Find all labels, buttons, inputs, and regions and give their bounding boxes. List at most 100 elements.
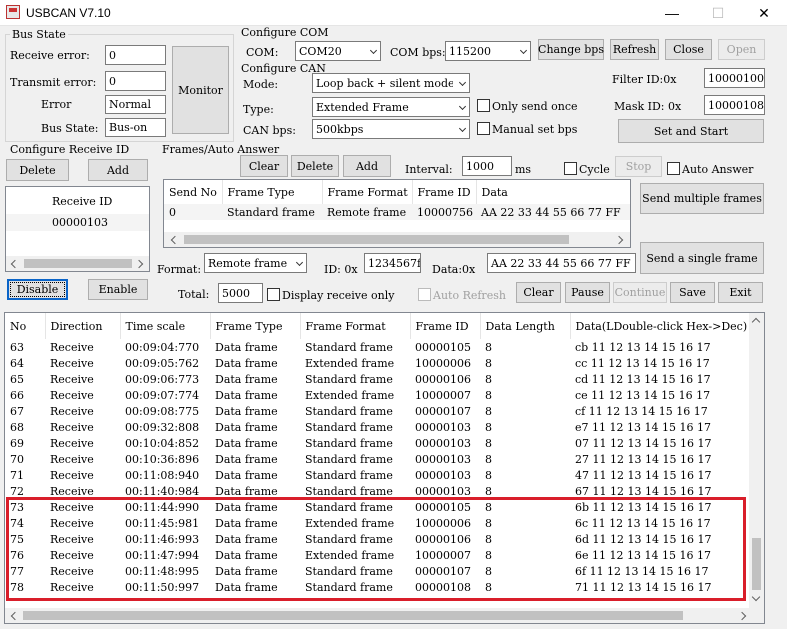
col-no[interactable]: No [5,313,46,339]
bus-state-title: Bus State [10,28,68,41]
close-button[interactable]: Close [665,39,712,60]
list-item[interactable]: 00000103 [6,214,149,231]
format-select[interactable]: Remote frame [204,253,307,273]
scroll-left-icon[interactable] [10,259,20,269]
col-frame-type[interactable]: Frame Type [210,313,301,339]
interval-field[interactable]: 1000 [462,156,512,176]
title-bar: USBCAN V7.10 — ☐ ✕ [0,0,787,26]
cell-direction: Receive [50,388,94,402]
cell-data-length: 8 [485,388,492,402]
disable-button[interactable]: Disable [7,279,68,300]
refresh-button[interactable]: Refresh [610,39,659,60]
exit-button[interactable]: Exit [718,282,763,303]
scroll-thumb[interactable] [184,235,569,244]
set-and-start-button[interactable]: Set and Start [618,119,764,143]
receive-error-field[interactable]: 0 [105,45,166,65]
frames-clear-button[interactable]: Clear [240,155,288,177]
col-direction[interactable]: Direction [45,313,121,339]
table-row[interactable]: 0 Standard frame Remote frame 10000756 A… [164,204,630,220]
scroll-thumb[interactable] [24,259,132,268]
maximize-icon[interactable]: ☐ [695,0,741,26]
send-single-frame-button[interactable]: Send a single frame [640,242,764,274]
minimize-icon[interactable]: — [649,0,695,26]
table-row[interactable]: 68 Receive 00:09:32:808 Data frame Standard … [5,419,748,435]
table-row[interactable]: 63 Receive 00:09:04:770 Data frame Standard … [5,339,748,355]
frames-delete-button[interactable]: Delete [291,155,339,177]
auto-refresh-checkbox[interactable] [418,288,431,301]
cell-frame-format: Standard frame [305,372,393,386]
bus-state-field[interactable]: Bus-on [105,118,166,137]
total-field[interactable]: 5000 [218,283,263,303]
mode-select[interactable]: Loop back + silent mode [312,73,470,93]
col-data[interactable]: Data [476,180,630,204]
mask-id-field[interactable]: 10000108 [704,95,765,115]
send-frames-table[interactable]: Send No Frame Type Frame Format Frame ID… [163,179,631,248]
cell-data-length: 8 [485,452,492,466]
filter-id-field[interactable]: 10000100 [704,68,765,88]
cell-time: 00:10:04:852 [125,436,200,450]
send-multiple-frames-button[interactable]: Send multiple frames [640,183,764,214]
receive-id-delete-button[interactable]: Delete [6,159,69,181]
enable-button[interactable]: Enable [88,279,148,300]
frame-data-field[interactable]: AA 22 33 44 55 66 77 FF [487,253,636,273]
table-row[interactable]: 70 Receive 00:10:36:896 Data frame Standard … [5,451,748,467]
col-frame-format[interactable]: Frame Format [300,313,411,339]
frames-add-button[interactable]: Add [343,155,391,177]
scroll-thumb[interactable] [23,611,683,620]
cycle-checkbox[interactable] [564,162,577,175]
stop-button[interactable]: Stop [615,156,662,177]
frame-type-select[interactable]: Extended Frame [312,97,470,117]
only-send-once-checkbox[interactable] [477,99,490,112]
can-bps-value: 500kbps [316,122,364,136]
col-frame-type[interactable]: Frame Type [222,180,323,204]
cell-time: 00:09:04:770 [125,340,200,354]
scroll-right-icon[interactable] [737,611,747,621]
table-row[interactable]: 69 Receive 00:10:04:852 Data frame Standard … [5,435,748,451]
log-vscrollbar[interactable] [749,313,764,608]
save-button[interactable]: Save [670,282,715,303]
scroll-right-icon[interactable] [134,259,144,269]
col-time-scale[interactable]: Time scale [120,313,211,339]
scroll-left-icon[interactable] [10,611,20,621]
table-row[interactable]: 67 Receive 00:09:08:775 Data frame Standard … [5,403,748,419]
continue-button[interactable]: Continue [613,282,667,303]
col-frame-id[interactable]: Frame ID [410,313,481,339]
col-frame-format[interactable]: Frame Format [322,180,413,204]
scroll-up-icon[interactable] [751,317,761,327]
receive-id-list[interactable]: Receive ID 00000103 [5,186,150,272]
col-data-length[interactable]: Data Length [480,313,571,339]
display-receive-only-checkbox[interactable] [267,288,280,301]
table-row[interactable]: 71 Receive 00:11:08:940 Data frame Standard … [5,467,748,483]
scroll-thumb[interactable] [752,538,761,590]
table-row[interactable]: 65 Receive 00:09:06:773 Data frame Standard … [5,371,748,387]
scroll-right-icon[interactable] [614,235,624,245]
cell-frame-format: Standard frame [305,404,393,418]
send-frames-hscrollbar[interactable] [164,232,630,247]
can-bps-label: CAN bps: [243,124,296,137]
monitor-button[interactable]: Monitor [172,46,229,134]
change-bps-button[interactable]: Change bps [538,39,604,60]
log-hscrollbar[interactable] [5,608,764,623]
manual-set-bps-checkbox[interactable] [477,122,490,135]
col-frame-id[interactable]: Frame ID [412,180,477,204]
com-port-select[interactable]: COM20 [295,41,381,61]
receive-id-header: Receive ID [52,195,113,208]
receive-id-add-button[interactable]: Add [88,159,148,181]
can-bps-select[interactable]: 500kbps [312,119,470,139]
close-icon[interactable]: ✕ [741,0,787,26]
receive-id-hscrollbar[interactable] [6,256,149,271]
scroll-left-icon[interactable] [170,235,180,245]
frame-id-field[interactable]: 1234567f [364,253,421,273]
com-bps-select[interactable]: 115200 [445,41,531,61]
table-row[interactable]: 66 Receive 00:09:07:774 Data frame Extended … [5,387,748,403]
col-send-no[interactable]: Send No [164,180,223,204]
scroll-down-icon[interactable] [751,592,761,602]
log-clear-button[interactable]: Clear [516,282,561,303]
pause-button[interactable]: Pause [565,282,610,303]
error-field[interactable]: Normal [105,95,166,114]
auto-answer-checkbox[interactable] [667,162,680,175]
col-data[interactable]: Data(LDouble-click Hex->Dec) [570,313,748,339]
open-button[interactable]: Open [718,39,765,60]
transmit-error-field[interactable]: 0 [105,71,166,91]
table-row[interactable]: 64 Receive 00:09:05:762 Data frame Extended … [5,355,748,371]
